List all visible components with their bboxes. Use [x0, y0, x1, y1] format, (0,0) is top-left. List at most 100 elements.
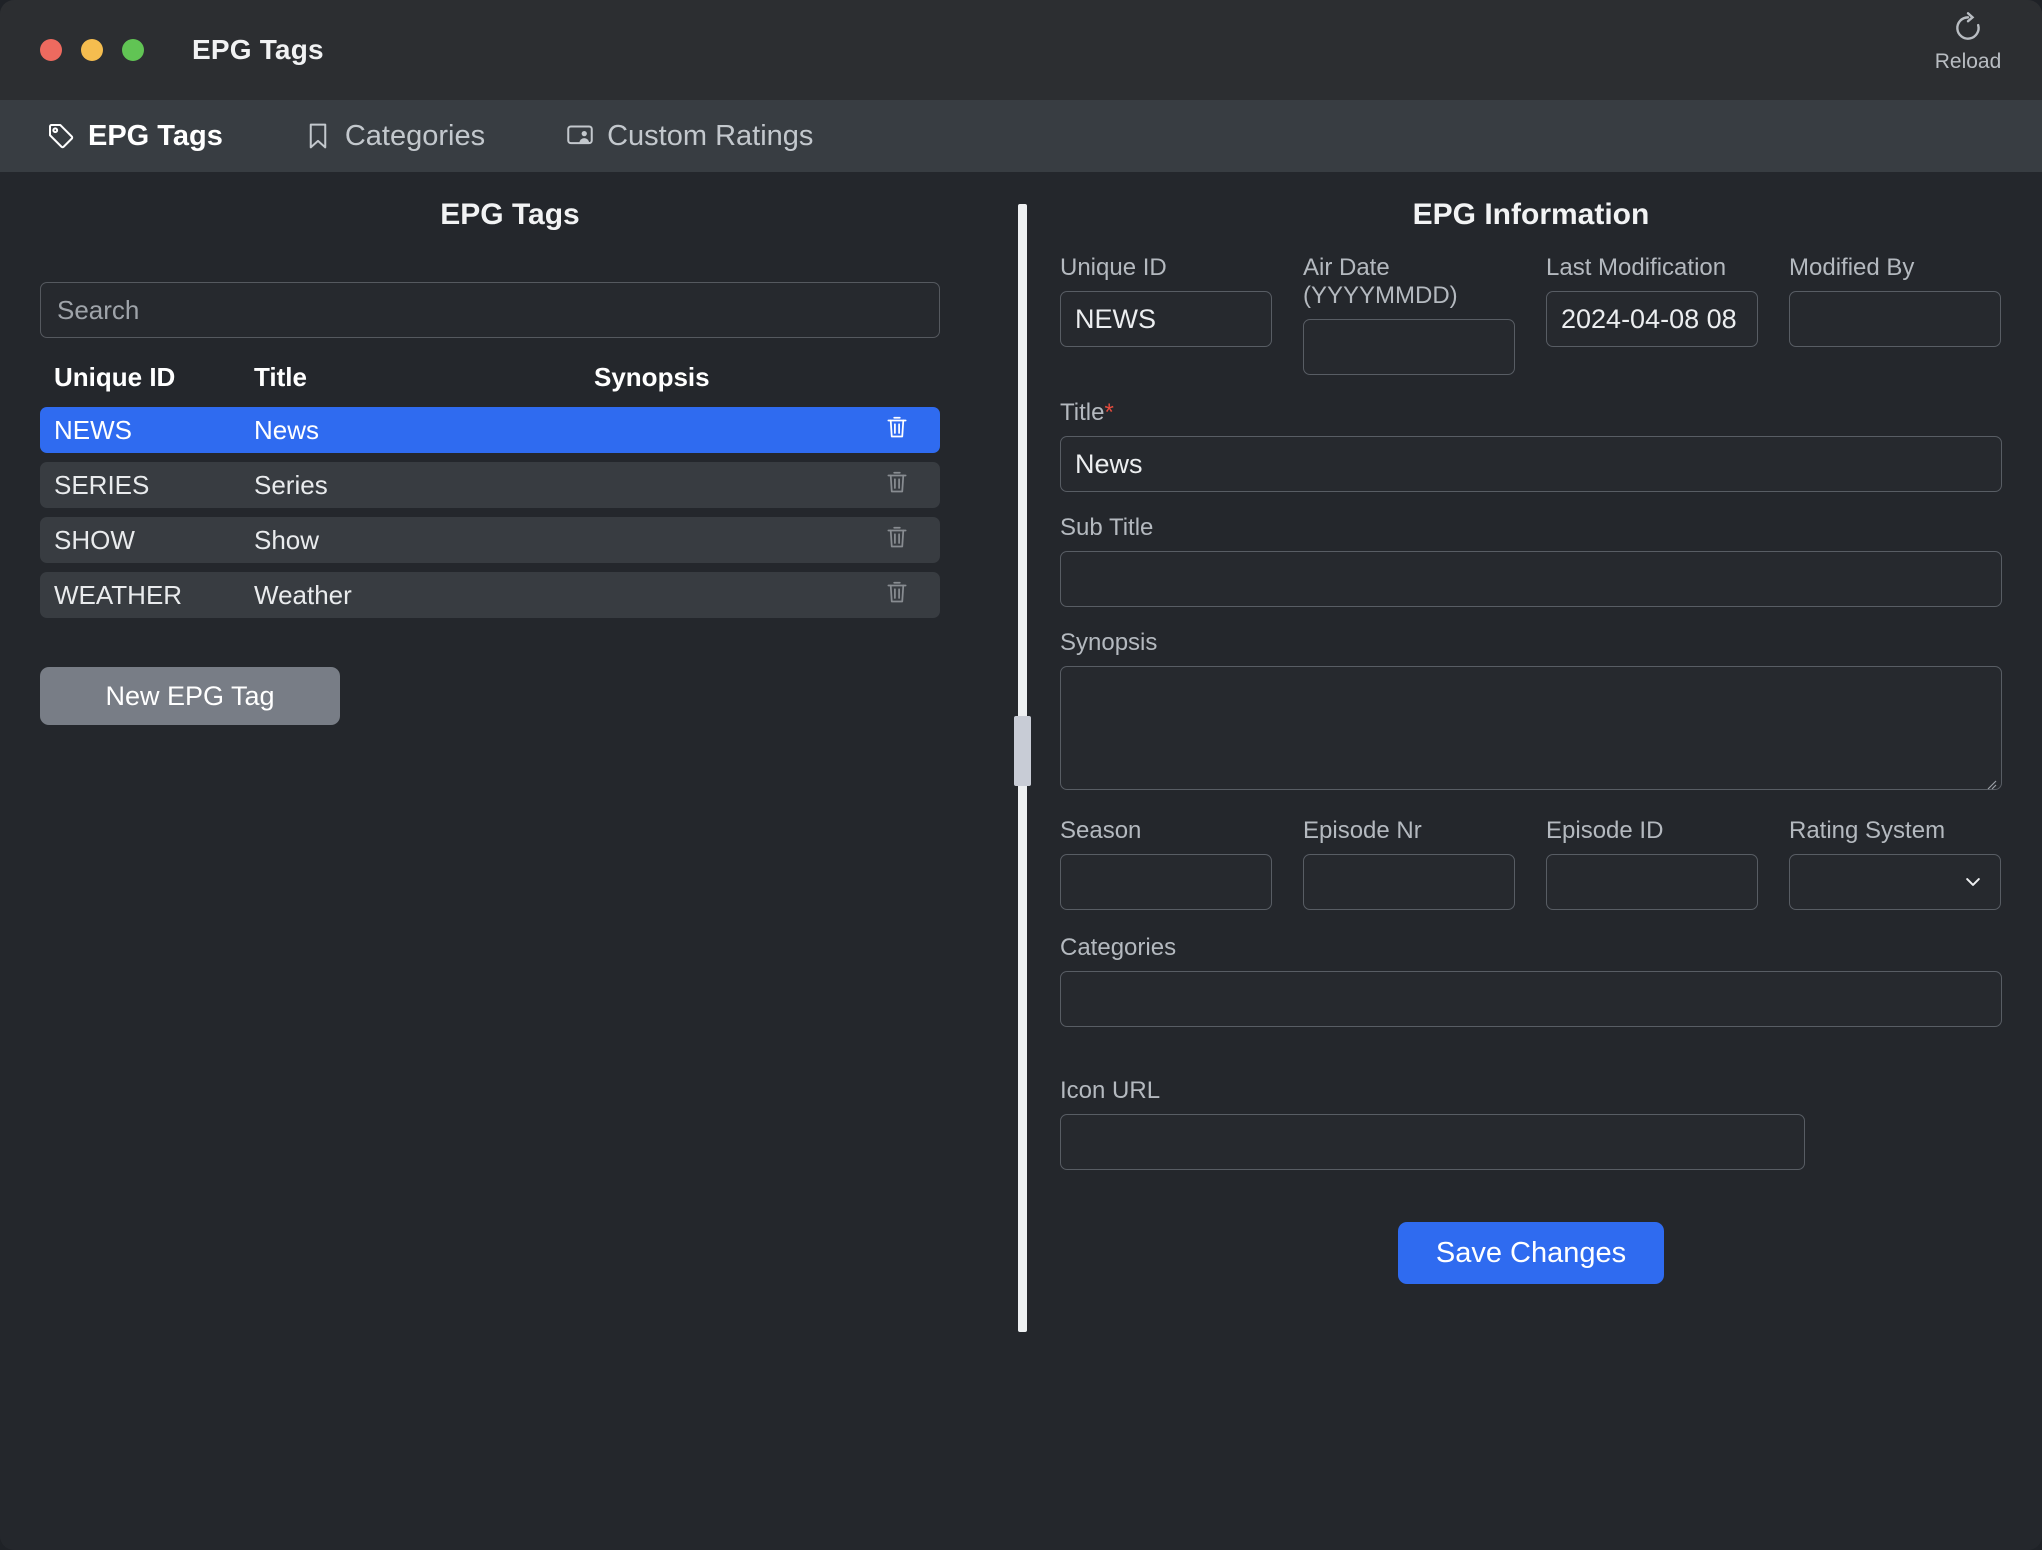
minimize-window-button[interactable]	[81, 39, 103, 61]
field-icon-url: Icon URL	[1060, 1077, 1805, 1170]
table-header-row: Unique ID Title Synopsis	[40, 362, 940, 407]
field-categories: Categories	[1060, 934, 2002, 1027]
epg-tags-panel-title: EPG Tags	[440, 198, 580, 231]
rating-system-container	[1789, 854, 2001, 910]
icon-url-input[interactable]	[1060, 1114, 1805, 1170]
required-marker: *	[1104, 399, 1114, 426]
tab-categories-label: Categories	[344, 119, 486, 152]
field-unique-id: Unique ID	[1060, 254, 1272, 375]
field-title: Title*	[1060, 399, 2002, 492]
synopsis-textarea[interactable]	[1060, 666, 2002, 790]
cell-synopsis	[594, 523, 926, 558]
epg-information-panel: EPG Information Unique ID Air Date (YYYY…	[1020, 172, 2042, 1550]
field-modified-by: Modified By	[1789, 254, 2001, 375]
column-header-synopsis: Synopsis	[594, 362, 710, 392]
air-date-input[interactable]	[1303, 319, 1515, 375]
field-episode-id: Episode ID	[1546, 817, 1758, 910]
bookmark-icon	[303, 121, 333, 151]
label-rating-system: Rating System	[1789, 817, 1946, 844]
table-row[interactable]: WEATHER Weather	[40, 572, 940, 618]
episode-id-input[interactable]	[1546, 854, 1758, 910]
title-input[interactable]	[1060, 436, 2002, 492]
form-spacer	[1060, 1049, 2002, 1077]
sub-title-input[interactable]	[1060, 551, 2002, 607]
field-air-date: Air Date (YYYYMMDD)	[1303, 254, 1515, 375]
season-input[interactable]	[1060, 854, 1272, 910]
table-row[interactable]: NEWS News	[40, 407, 940, 453]
column-header-unique-id: Unique ID	[54, 362, 176, 392]
tab-custom-ratings-label: Custom Ratings	[607, 119, 814, 152]
cell-unique-id: SERIES	[54, 469, 150, 500]
label-title-text: Title	[1060, 399, 1105, 426]
synopsis-container	[1060, 666, 2002, 795]
label-sub-title: Sub Title	[1060, 514, 1154, 541]
label-title: Title*	[1060, 399, 2002, 427]
cell-title: Weather	[254, 579, 352, 610]
delete-row-icon[interactable]	[883, 523, 911, 558]
main-content: EPG Tags Unique ID Title Synopsis NEWS N…	[0, 172, 2042, 1550]
cell-unique-id: WEATHER	[54, 579, 183, 610]
tab-custom-ratings[interactable]: Custom Ratings	[553, 100, 843, 172]
field-episode-nr: Episode Nr	[1303, 817, 1515, 910]
save-changes-button[interactable]: Save Changes	[1397, 1222, 1665, 1284]
tab-epg-tags-label: EPG Tags	[88, 119, 223, 152]
field-season: Season	[1060, 817, 1272, 910]
rating-system-select[interactable]	[1789, 854, 2001, 910]
cell-unique-id: NEWS	[54, 414, 132, 445]
label-icon-url: Icon URL	[1060, 1077, 1161, 1104]
screen-person-icon	[565, 121, 595, 151]
table-row[interactable]: SHOW Show	[40, 517, 940, 563]
cell-synopsis	[594, 413, 926, 448]
search-input[interactable]	[40, 282, 940, 338]
field-sub-title: Sub Title	[1060, 514, 2002, 607]
modified-by-input[interactable]	[1789, 291, 2001, 347]
label-episode-id: Episode ID	[1546, 817, 1664, 844]
epg-information-form: Unique ID Air Date (YYYYMMDD) Last Modif…	[1060, 254, 2002, 1284]
title-bar: EPG Tags Reload	[0, 0, 2042, 100]
new-epg-tag-button[interactable]: New EPG Tag	[40, 667, 340, 725]
label-episode-nr: Episode Nr	[1303, 817, 1422, 844]
delete-row-icon[interactable]	[883, 468, 911, 503]
tab-bar: EPG Tags Categories Custom Ratings	[0, 100, 2042, 172]
tab-categories[interactable]: Categories	[291, 100, 515, 172]
field-rating-system: Rating System	[1789, 817, 2001, 910]
delete-row-icon[interactable]	[883, 413, 911, 448]
meta-row: Unique ID Air Date (YYYYMMDD) Last Modif…	[1060, 254, 2002, 375]
cell-title: News	[254, 414, 320, 445]
categories-input[interactable]	[1060, 971, 2002, 1027]
reload-icon	[1951, 10, 1985, 46]
delete-row-icon[interactable]	[883, 578, 911, 613]
tag-icon	[46, 121, 76, 151]
reload-label: Reload	[1934, 50, 2002, 73]
column-header-title: Title	[254, 362, 307, 392]
field-synopsis: Synopsis	[1060, 629, 2002, 795]
label-last-modification: Last Modification	[1546, 254, 1727, 281]
cell-unique-id: SHOW	[54, 524, 135, 555]
label-categories: Categories	[1060, 934, 1177, 961]
label-modified-by: Modified By	[1789, 254, 1915, 281]
label-air-date: Air Date (YYYYMMDD)	[1303, 254, 1458, 309]
table-row[interactable]: SERIES Series	[40, 462, 940, 508]
epg-tags-panel: EPG Tags Unique ID Title Synopsis NEWS N…	[0, 172, 1020, 1550]
tab-epg-tags[interactable]: EPG Tags	[34, 100, 253, 172]
cell-synopsis	[594, 468, 926, 503]
window-title: EPG Tags	[192, 34, 324, 65]
reload-button[interactable]: Reload	[1916, 10, 2020, 74]
episode-nr-input[interactable]	[1303, 854, 1515, 910]
search-container	[40, 282, 980, 338]
field-last-modification: Last Modification	[1546, 254, 1758, 375]
cell-title: Series	[254, 469, 328, 500]
epg-tags-table: Unique ID Title Synopsis NEWS News SERIE…	[40, 362, 940, 618]
traffic-lights	[40, 39, 144, 61]
unique-id-input[interactable]	[1060, 291, 1272, 347]
save-container: Save Changes	[1060, 1222, 2002, 1284]
cell-title: Show	[254, 524, 320, 555]
last-modification-input[interactable]	[1546, 291, 1758, 347]
cell-synopsis	[594, 578, 926, 613]
maximize-window-button[interactable]	[122, 39, 144, 61]
label-season: Season	[1060, 817, 1142, 844]
epg-information-title: EPG Information	[1412, 198, 1650, 231]
app-window: EPG Tags Reload EPG Tags Categories Cust…	[0, 0, 2042, 1550]
episode-row: Season Episode Nr Episode ID Rating Syst…	[1060, 817, 2002, 910]
close-window-button[interactable]	[40, 39, 62, 61]
